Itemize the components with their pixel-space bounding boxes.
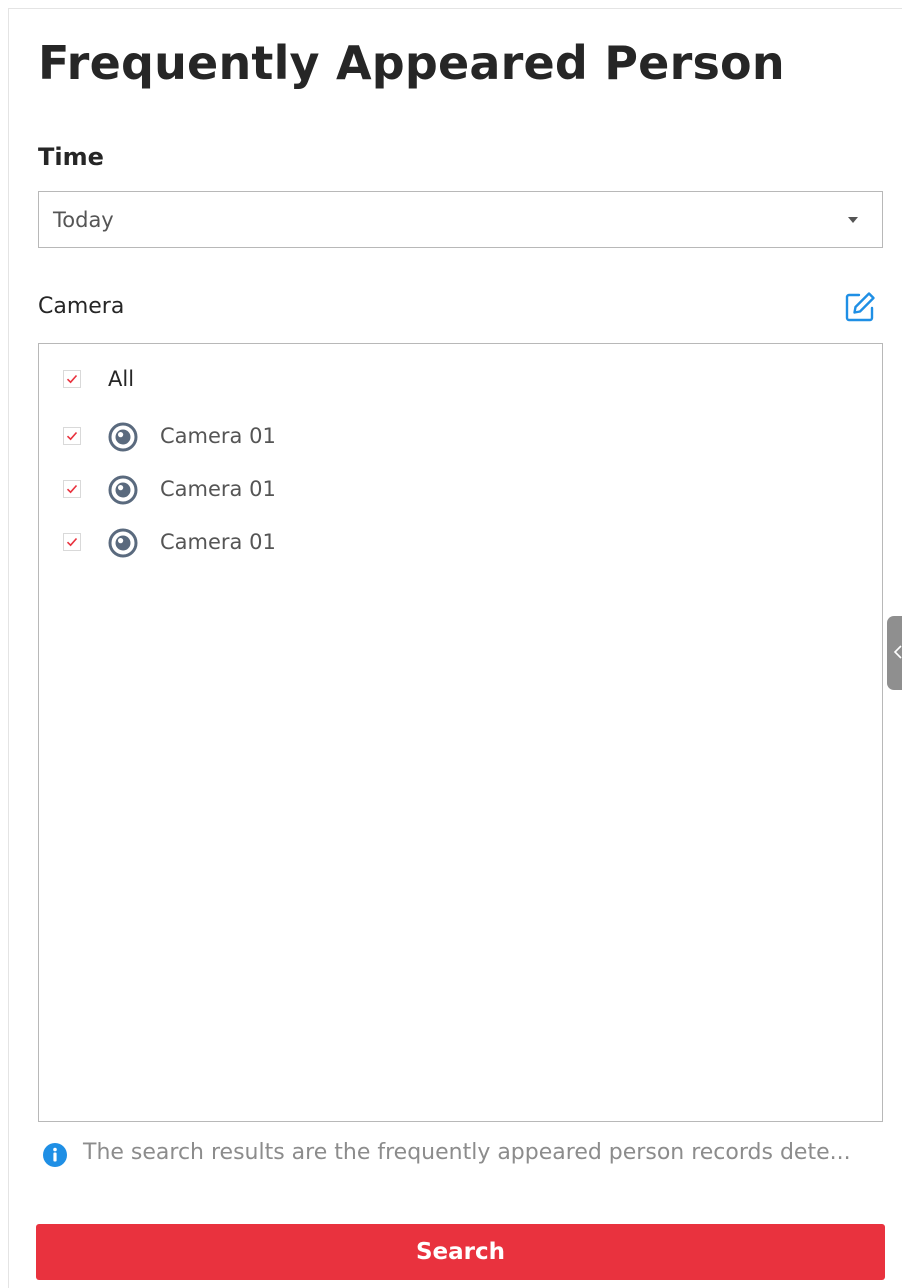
list-item-label: Camera 01 xyxy=(160,477,276,501)
checkbox[interactable] xyxy=(63,533,81,551)
info-icon xyxy=(42,1142,68,1168)
time-label: Time xyxy=(38,143,104,171)
list-item-label: All xyxy=(108,367,135,391)
collapse-panel-handle[interactable] xyxy=(887,616,902,690)
list-item-all[interactable]: All xyxy=(39,362,882,398)
camera-icon xyxy=(107,474,139,506)
checkbox-all[interactable] xyxy=(63,370,81,388)
camera-icon xyxy=(107,527,139,559)
list-item-label: Camera 01 xyxy=(160,530,276,554)
checkbox[interactable] xyxy=(63,480,81,498)
camera-icon xyxy=(107,421,139,453)
edit-icon[interactable] xyxy=(843,290,877,324)
hint-text: The search results are the frequently ap… xyxy=(83,1140,851,1165)
camera-label: Camera xyxy=(38,294,125,319)
list-item-label: Camera 01 xyxy=(160,424,276,448)
list-item[interactable]: Camera 01 xyxy=(39,472,882,508)
chevron-left-icon xyxy=(893,645,902,659)
caret-down-icon xyxy=(848,217,858,223)
list-item[interactable]: Camera 01 xyxy=(39,419,882,455)
search-button[interactable]: Search xyxy=(36,1224,885,1280)
page-title: Frequently Appeared Person xyxy=(38,36,785,90)
checkbox[interactable] xyxy=(63,427,81,445)
time-dropdown[interactable]: Today xyxy=(38,191,883,248)
camera-list[interactable]: All Camera 01 Camera 01 Camera 01 xyxy=(38,343,883,1122)
list-item[interactable]: Camera 01 xyxy=(39,525,882,561)
time-dropdown-value: Today xyxy=(53,208,114,232)
search-hint: The search results are the frequently ap… xyxy=(42,1139,892,1171)
